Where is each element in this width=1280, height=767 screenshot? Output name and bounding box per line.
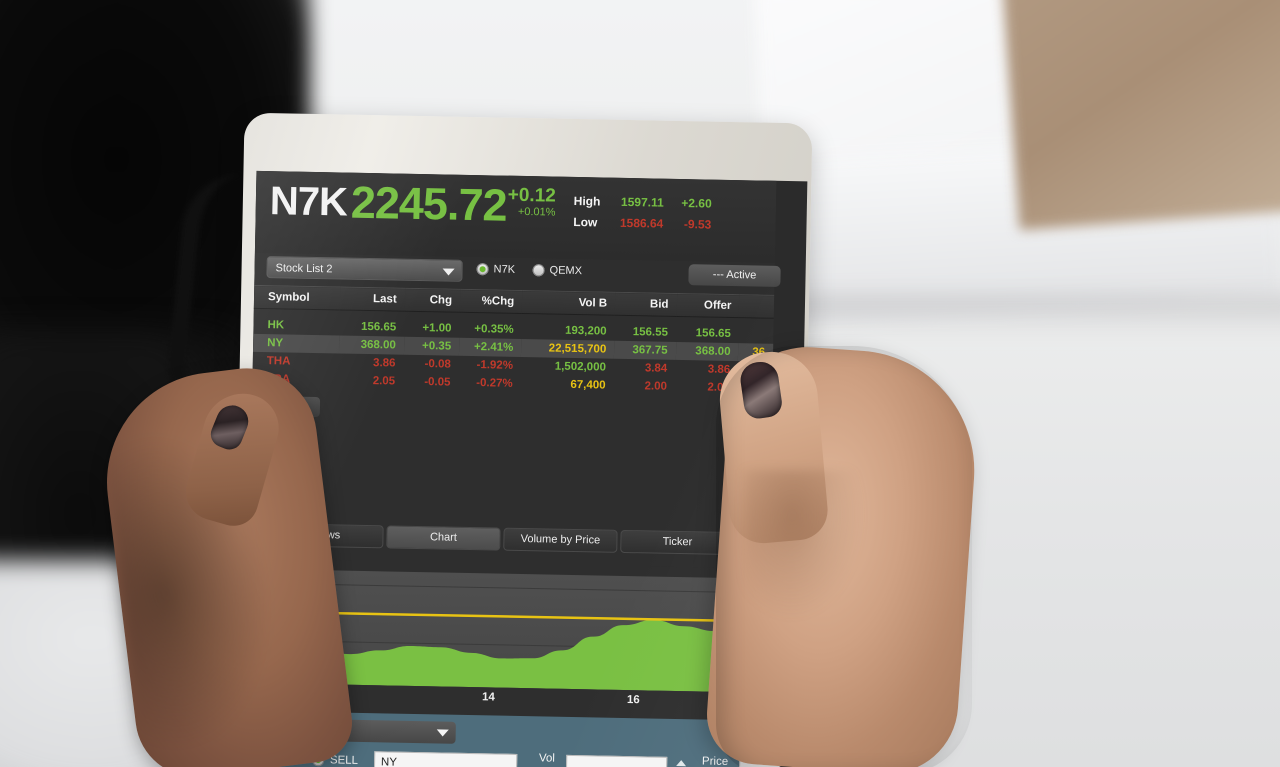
radio-dot-icon <box>532 264 545 277</box>
cell-pct: -0.27% <box>476 377 513 390</box>
caret-up-icon <box>675 760 686 767</box>
cell-chg: -0.05 <box>424 376 451 389</box>
cell-bid: 3.84 <box>644 362 668 375</box>
symbol-input[interactable]: NY <box>373 751 518 767</box>
high-value: 1597.11 <box>620 194 664 210</box>
cell-last: 368.00 <box>339 335 405 355</box>
radio-qemx[interactable]: QEMX <box>532 264 582 277</box>
header-change-absolute: +0.12 <box>507 184 557 207</box>
col-volb[interactable]: Vol B <box>521 290 616 316</box>
cell-last: 2.05 <box>372 375 396 388</box>
col-symbol[interactable]: Symbol <box>253 285 341 310</box>
high-change: +2.60 <box>681 196 712 211</box>
cell-bid: 2.00 <box>644 380 668 393</box>
stock-list-dropdown[interactable]: Stock List 2 <box>266 256 463 282</box>
cell-last: 3.86 <box>372 357 396 370</box>
cell-offer: 156.65 <box>695 327 732 340</box>
chart-x-axis: 12 14 16 <box>318 688 766 715</box>
cell-chg: +0.35 <box>403 336 460 356</box>
cell-vol: 67,400 <box>570 378 606 392</box>
cell-bid: 367.75 <box>614 340 676 360</box>
chevron-down-icon <box>436 729 449 737</box>
volume-stepper[interactable] <box>675 760 686 767</box>
active-filter-button[interactable]: --- Active <box>688 264 781 287</box>
photo-scene: N7K 2245.72 +0.12 +0.01% High 1597.11 +2.6… <box>0 0 1280 767</box>
high-label: High <box>573 193 601 209</box>
x-tick: 16 <box>626 694 640 707</box>
chevron-down-icon <box>442 268 455 276</box>
cell-symbol: HK <box>267 319 285 332</box>
cell-symbol: NY <box>252 333 340 354</box>
cell-pct: -1.92% <box>476 359 514 372</box>
chart-svg <box>318 583 769 693</box>
cell-offer: 368.00 <box>675 341 739 362</box>
quote-header: N7K 2245.72 +0.12 +0.01% High 1597.11 +2.6… <box>254 170 777 263</box>
header-change-percent: +0.01% <box>517 205 556 219</box>
col-extra <box>739 294 775 319</box>
col-offer[interactable]: Offer <box>676 293 740 318</box>
cell-chg: -0.08 <box>424 358 451 371</box>
cell-vol: 22,515,700 <box>521 338 615 359</box>
cell-chg: +1.00 <box>422 322 452 335</box>
tab-volume-by-price[interactable]: Volume by Price <box>503 527 618 553</box>
background-folder <box>1001 0 1280 231</box>
cell-vol: 1,502,000 <box>554 360 607 374</box>
cell-extra <box>739 325 774 344</box>
header-high-low: High 1597.11 +2.60 Low 1586.64 -9.53 <box>573 191 712 236</box>
cell-pct: +2.41% <box>458 337 522 357</box>
radio-n7k-label: N7K <box>493 263 516 276</box>
quote-table: Symbol Last Chg %Chg Vol B Bid Offer HK … <box>252 285 775 398</box>
tab-chart[interactable]: Chart <box>386 525 501 551</box>
x-tick: 14 <box>481 691 495 704</box>
right-hand-crease <box>744 470 864 620</box>
quote-table-body: HK 156.65 +1.00 +0.35% 193,200 156.55 15… <box>252 308 774 397</box>
radio-dot-icon <box>476 263 489 276</box>
cell-vol: 193,200 <box>564 324 607 338</box>
low-value: 1586.64 <box>619 215 664 231</box>
vol-label: Vol : <box>538 752 556 767</box>
col-last[interactable]: Last <box>339 286 405 312</box>
low-change: -9.53 <box>683 217 712 232</box>
radio-n7k[interactable]: N7K <box>476 263 516 276</box>
cell-pct: +0.35% <box>474 323 514 336</box>
cell-symbol: THA <box>266 355 291 368</box>
stock-list-value: Stock List 2 <box>275 262 333 276</box>
cell-last: 156.65 <box>360 320 397 334</box>
header-price: 2245.72 <box>350 176 508 231</box>
low-label: Low <box>573 214 598 230</box>
volume-input[interactable] <box>566 754 668 767</box>
sell-label: SELL <box>329 754 359 767</box>
chart-plot-area[interactable] <box>318 570 769 693</box>
col-pctchg[interactable]: %Chg <box>459 289 523 314</box>
col-bid[interactable]: Bid <box>614 292 677 317</box>
col-chg[interactable]: Chg <box>404 288 461 313</box>
radio-qemx-label: QEMX <box>549 264 583 278</box>
price-label: Price : <box>701 755 729 767</box>
header-symbol: N7K <box>269 179 348 225</box>
cell-bid: 156.55 <box>632 326 669 339</box>
